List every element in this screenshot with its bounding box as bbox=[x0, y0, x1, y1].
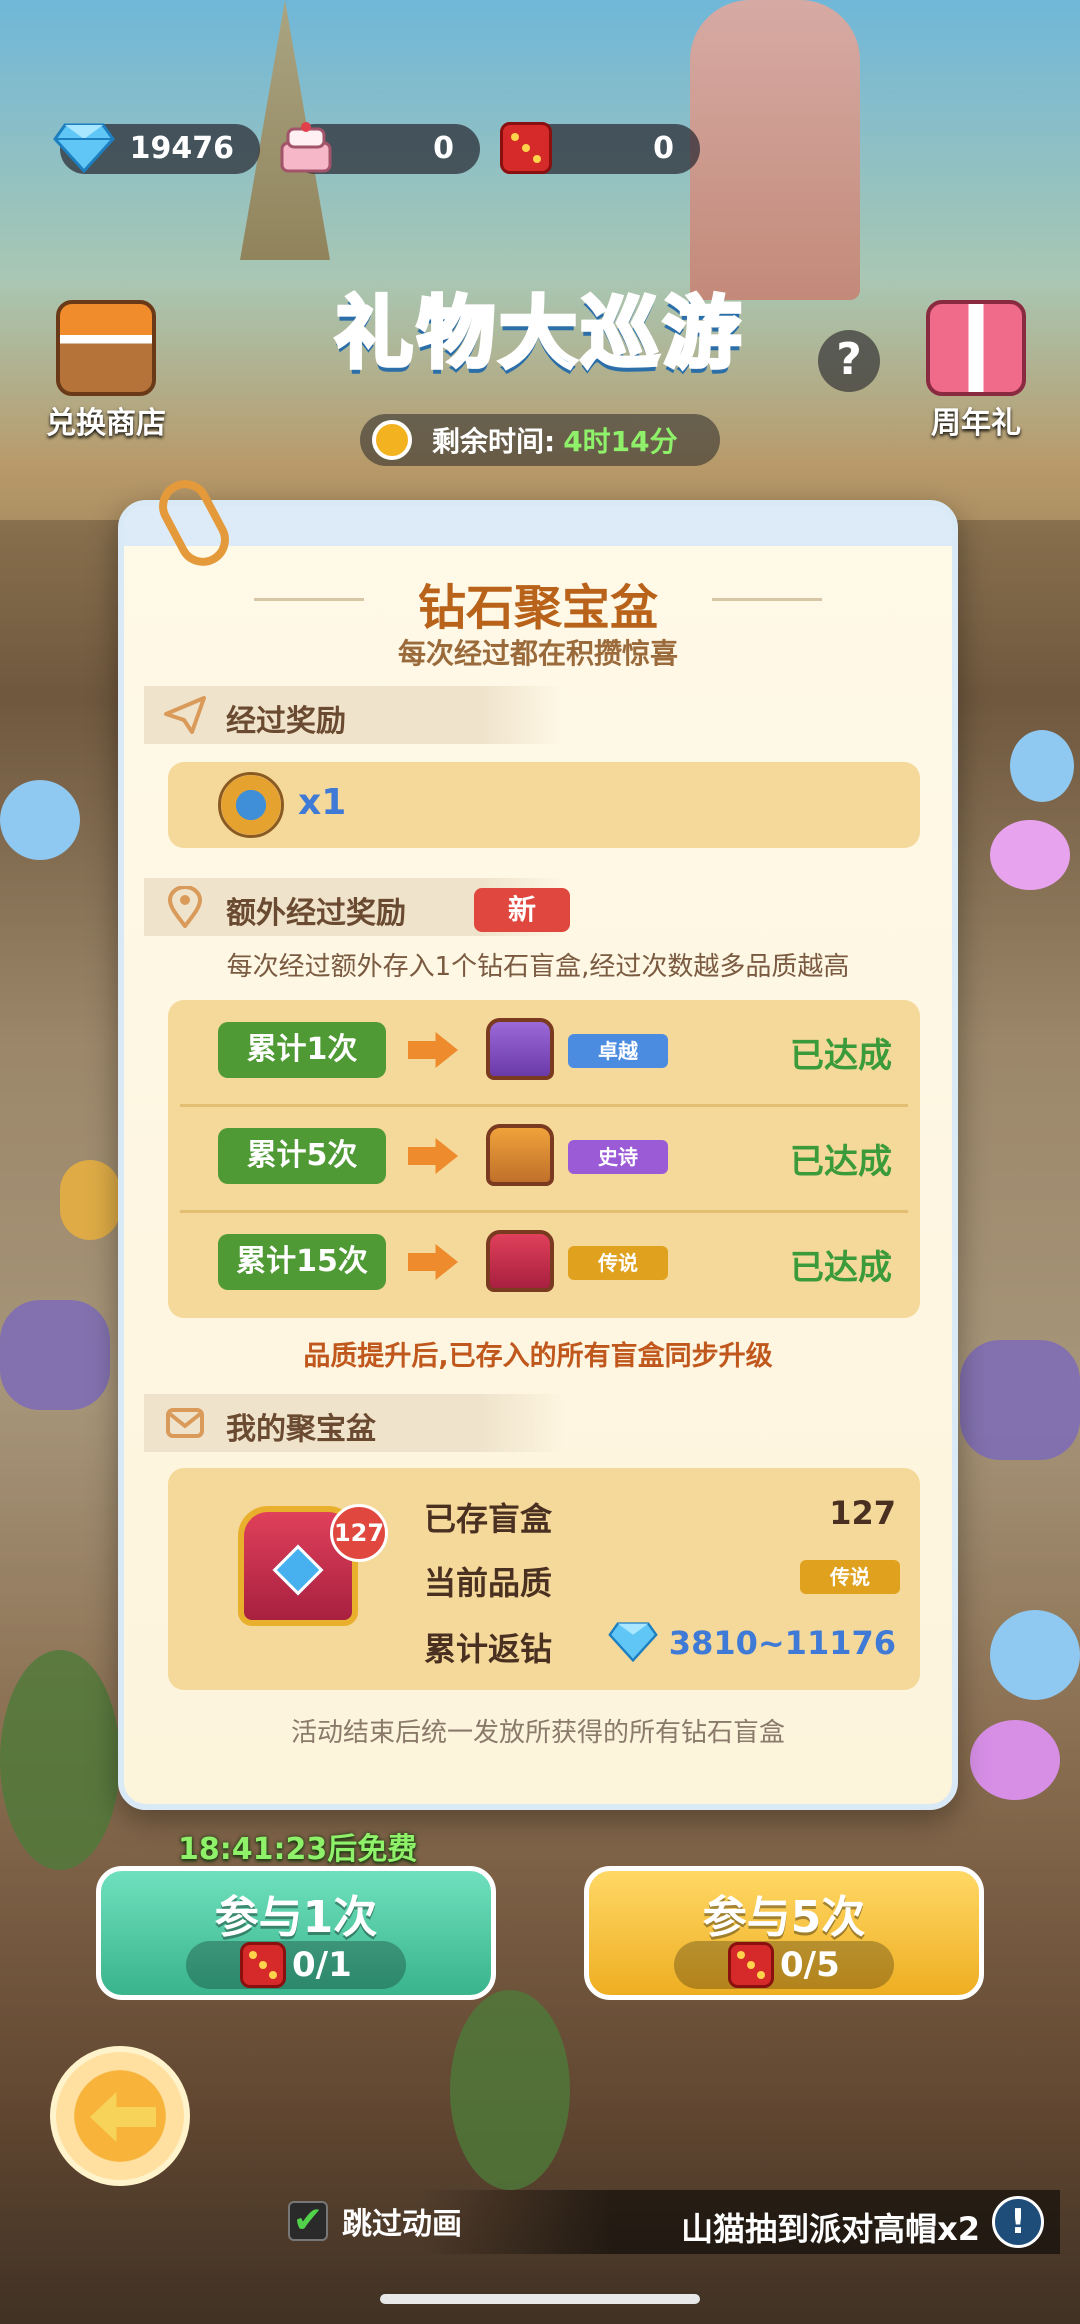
treasure-chest-icon bbox=[486, 1124, 554, 1186]
balloon-decoration bbox=[1010, 730, 1074, 802]
quality-label: 当前品质 bbox=[424, 1564, 553, 1602]
diamond-icon bbox=[608, 1622, 658, 1662]
tier-count-label: 累计5次 bbox=[218, 1128, 386, 1184]
tier-status: 已达成 bbox=[790, 1036, 892, 1076]
tier-status: 已达成 bbox=[790, 1142, 892, 1182]
reward-quantity: x1 bbox=[298, 782, 347, 823]
home-indicator[interactable] bbox=[380, 2294, 700, 2304]
pass-reward-row: x1 bbox=[168, 762, 920, 848]
extra-reward-description: 每次经过额外存入1个钻石盲盒,经过次数越多品质越高 bbox=[226, 952, 850, 982]
tree-decoration bbox=[0, 1650, 120, 1870]
cost-count: 0/1 bbox=[292, 1945, 352, 1985]
new-badge: 新 bbox=[474, 888, 570, 932]
cost-count: 0/5 bbox=[780, 1945, 840, 1985]
envelope-icon bbox=[166, 1408, 204, 1438]
my-pot-panel: 127 已存盲盒 127 当前品质 传说 累计返钻 3810~11176 bbox=[168, 1468, 920, 1690]
arrow-right-icon bbox=[408, 1138, 458, 1174]
dialog-title: 钻石聚宝盆 bbox=[417, 580, 658, 636]
diamond-pot-dialog: 钻石聚宝盆 每次经过都在积攒惊喜 经过奖励 x1 额外经过奖励 新 每次经过额外… bbox=[118, 500, 958, 1810]
tier-row: 累计1次 卓越 已达成 bbox=[168, 1000, 920, 1100]
join-once-button[interactable]: 参与1次 0/1 bbox=[96, 1866, 496, 2000]
return-label: 累计返钻 bbox=[424, 1630, 553, 1668]
arrow-right-icon bbox=[408, 1032, 458, 1068]
pass-reward-header: 经过奖励 bbox=[144, 686, 564, 744]
treasure-chest-icon bbox=[486, 1018, 554, 1080]
current-quality-tag: 传说 bbox=[800, 1560, 900, 1594]
tier-count-label: 累计15次 bbox=[218, 1234, 386, 1290]
event-title-banner: 礼物大巡游 bbox=[240, 262, 840, 392]
dice-icon bbox=[728, 1942, 774, 1988]
board-tile bbox=[0, 1300, 110, 1410]
cost-pill: 0/5 bbox=[674, 1941, 894, 1989]
paper-plane-icon bbox=[164, 696, 206, 734]
dice-icon bbox=[240, 1942, 286, 1988]
free-timer: 18:41:23后免费 bbox=[178, 1832, 418, 1867]
tier-row: 累计5次 史诗 已达成 bbox=[168, 1106, 920, 1206]
tier-row: 累计15次 传说 已达成 bbox=[168, 1212, 920, 1312]
balloon-decoration bbox=[990, 1610, 1080, 1700]
quality-tag: 卓越 bbox=[568, 1034, 668, 1068]
dialog-subtitle: 每次经过都在积攒惊喜 bbox=[397, 637, 678, 670]
stored-label: 已存盲盒 bbox=[424, 1500, 553, 1538]
ticker-text: 山猫抽到派对高帽x2 bbox=[681, 2210, 980, 2248]
board-tile bbox=[960, 1340, 1080, 1460]
tier-status: 已达成 bbox=[790, 1248, 892, 1288]
skip-animation-checkbox[interactable]: ✔ bbox=[288, 2201, 328, 2241]
join-five-button[interactable]: 参与5次 0/5 bbox=[584, 1866, 984, 2000]
gift-box-icon bbox=[926, 300, 1026, 396]
tier-list: 累计1次 卓越 已达成 累计5次 史诗 已达成 累计15次 传说 已达成 bbox=[168, 1000, 920, 1318]
event-timer: 剩余时间: 4时14分 bbox=[360, 414, 720, 466]
treasure-chest-icon bbox=[486, 1230, 554, 1292]
help-button[interactable]: ? bbox=[818, 330, 880, 392]
tree-decoration bbox=[450, 1990, 570, 2190]
stored-value: 127 bbox=[829, 1494, 896, 1532]
quality-tag: 传说 bbox=[568, 1246, 668, 1280]
chest-count-badge: 127 bbox=[330, 1504, 388, 1562]
location-pin-icon bbox=[167, 886, 203, 928]
info-button[interactable]: ! bbox=[992, 2196, 1044, 2248]
shop-icon bbox=[56, 300, 156, 396]
cost-pill: 0/1 bbox=[186, 1941, 406, 1989]
dice-icon bbox=[490, 112, 562, 184]
upgrade-note: 品质提升后,已存入的所有盲盒同步升级 bbox=[303, 1341, 773, 1372]
event-title: 礼物大巡游 bbox=[333, 287, 745, 381]
balloon-decoration bbox=[970, 1720, 1060, 1800]
my-pot-header: 我的聚宝盆 bbox=[144, 1394, 564, 1452]
back-button[interactable] bbox=[50, 2046, 190, 2186]
exchange-shop-button[interactable]: 兑换商店 bbox=[36, 300, 176, 442]
diamond-icon bbox=[48, 112, 120, 184]
balloon-decoration bbox=[0, 780, 80, 860]
clock-icon bbox=[372, 420, 412, 460]
broadcast-ticker: 山猫抽到派对高帽x2 ! bbox=[420, 2190, 1060, 2254]
tier-count-label: 累计1次 bbox=[218, 1022, 386, 1078]
arrow-right-icon bbox=[408, 1244, 458, 1280]
back-arrow-icon bbox=[90, 2092, 156, 2142]
balloon-decoration bbox=[990, 820, 1070, 890]
background-tower bbox=[690, 0, 860, 300]
dialog-top-trim bbox=[124, 506, 952, 546]
cake-icon bbox=[270, 112, 342, 184]
compass-icon bbox=[218, 772, 284, 838]
quality-tag: 史诗 bbox=[568, 1140, 668, 1174]
board-tile bbox=[60, 1160, 120, 1240]
return-value: 3810~11176 bbox=[668, 1624, 896, 1662]
dialog-footer-note: 活动结束后统一发放所获得的所有钻石盲盒 bbox=[290, 1718, 785, 1748]
skip-animation-toggle[interactable]: ✔ 跳过动画 bbox=[288, 2196, 462, 2246]
anniversary-gift-button[interactable]: 周年礼 bbox=[906, 300, 1046, 442]
